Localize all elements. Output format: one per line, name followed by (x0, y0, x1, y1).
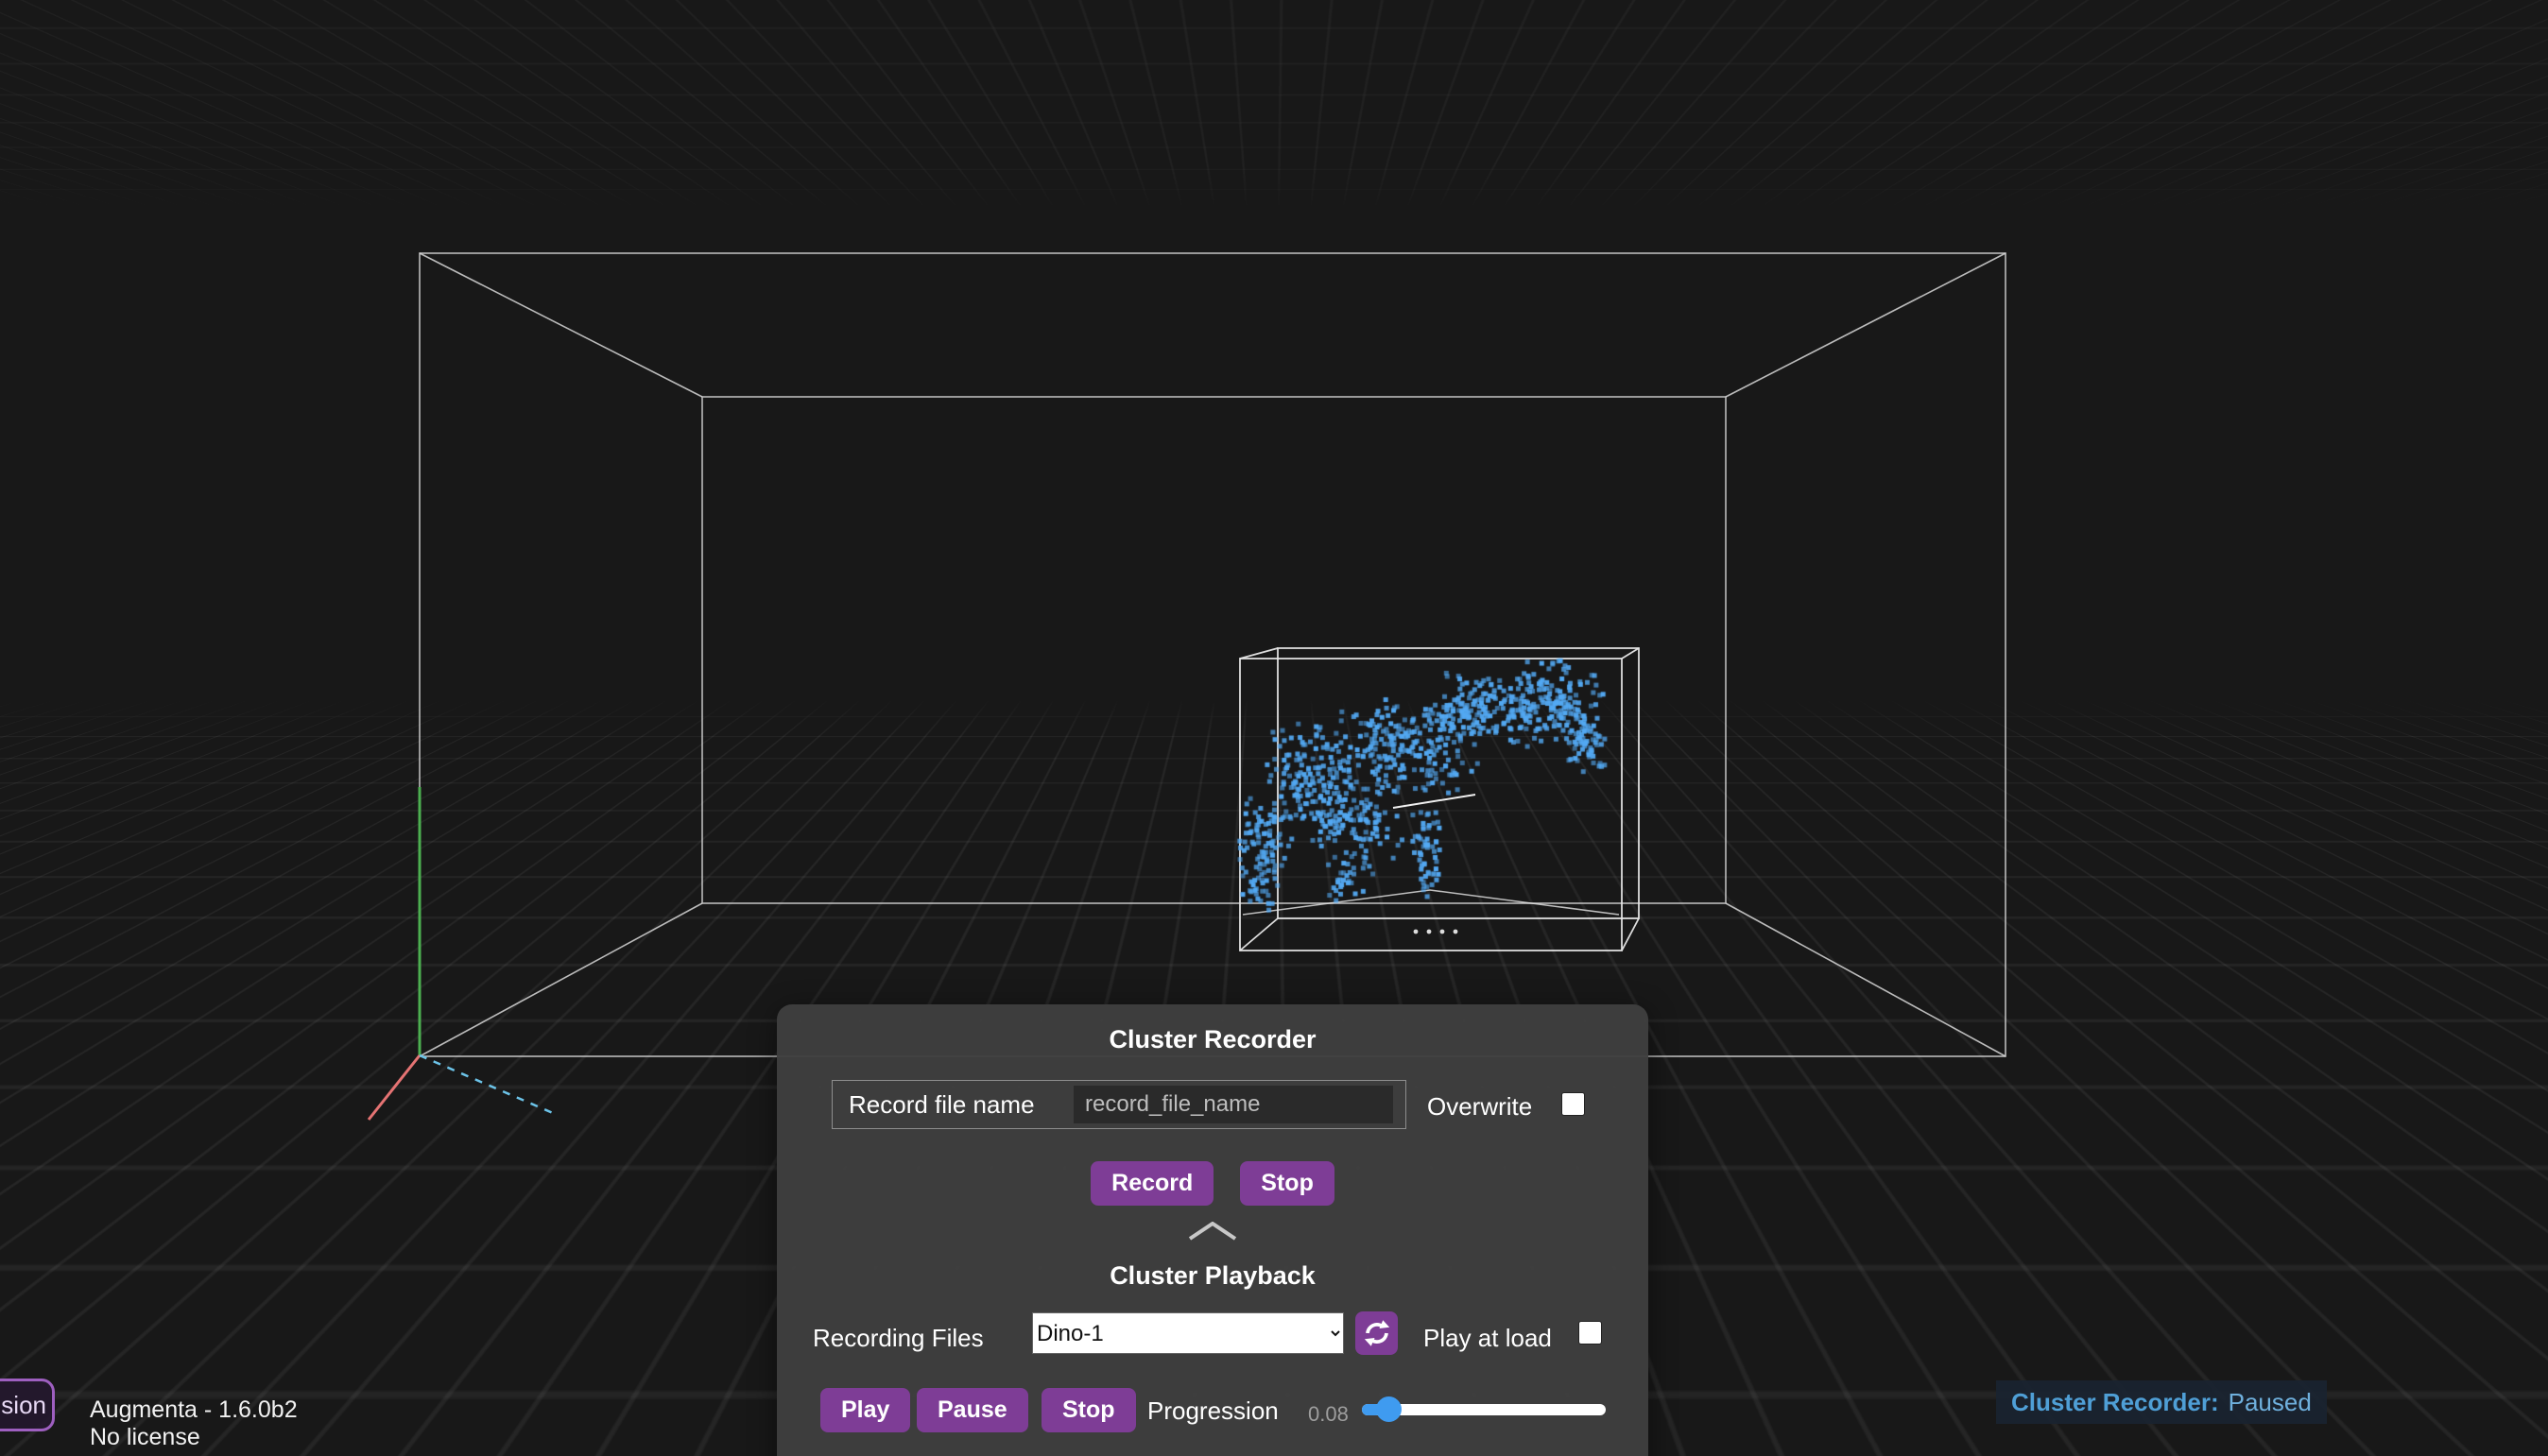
record-file-row: Record file name (832, 1080, 1406, 1129)
overwrite-label: Overwrite (1427, 1092, 1532, 1122)
playback-title: Cluster Playback (777, 1261, 1648, 1291)
progression-slider[interactable] (1362, 1404, 1606, 1415)
pause-button[interactable]: Pause (917, 1388, 1028, 1432)
cluster-recorder-panel: Cluster Recorder Record file name Overwr… (777, 1004, 1648, 1456)
recorder-status-bar: Cluster Recorder: Paused (1996, 1380, 2327, 1424)
record-stop-button[interactable]: Stop (1240, 1161, 1334, 1206)
recording-files-label: Recording Files (813, 1324, 984, 1353)
panel-title: Cluster Recorder (777, 1025, 1648, 1054)
progression-value: 0.08 (1308, 1402, 1349, 1427)
session-button[interactable]: sion (0, 1379, 55, 1431)
refresh-files-button[interactable] (1355, 1311, 1398, 1355)
recorder-status-value: Paused (2229, 1388, 2312, 1417)
progression-label: Progression (1147, 1396, 1279, 1426)
play-at-load-checkbox[interactable] (1578, 1321, 1602, 1345)
record-button[interactable]: Record (1091, 1161, 1214, 1206)
progression-slider-thumb[interactable] (1376, 1396, 1402, 1422)
play-button[interactable]: Play (820, 1388, 910, 1432)
license-text: No license (90, 1424, 298, 1451)
chevron-up-icon (1188, 1222, 1237, 1241)
recording-files-select[interactable]: Dino-1 (1032, 1312, 1344, 1354)
app-version-block: Augmenta - 1.6.0b2 No license (90, 1396, 298, 1451)
session-button-label: sion (1, 1391, 46, 1420)
viewport[interactable]: Cluster Recorder Record file name Overwr… (0, 0, 2548, 1456)
record-file-label: Record file name (849, 1090, 1035, 1120)
overwrite-checkbox[interactable] (1561, 1092, 1585, 1116)
playback-stop-button[interactable]: Stop (1042, 1388, 1136, 1432)
play-at-load-label: Play at load (1423, 1324, 1552, 1353)
app-version-text: Augmenta - 1.6.0b2 (90, 1396, 298, 1424)
record-file-input[interactable] (1074, 1086, 1393, 1123)
collapse-panel-control[interactable] (777, 1222, 1648, 1241)
record-buttons-row: Record Stop (777, 1161, 1648, 1206)
refresh-icon (1363, 1319, 1391, 1347)
recorder-status-label: Cluster Recorder: (2011, 1388, 2219, 1417)
